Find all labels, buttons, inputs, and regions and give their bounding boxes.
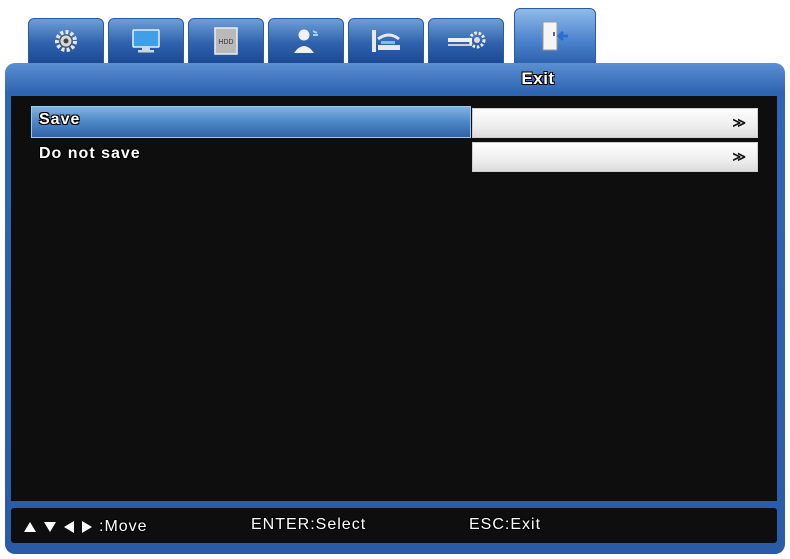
hdd-icon: HDD bbox=[214, 27, 238, 55]
navigation-keys: :Move bbox=[23, 518, 148, 536]
svg-text:HDD: HDD bbox=[218, 39, 233, 46]
selection-highlight bbox=[31, 106, 471, 138]
menu-item-save[interactable]: Save ≫ bbox=[31, 106, 767, 138]
tab-network[interactable] bbox=[348, 18, 424, 64]
double-chevron-right-icon: ≫ bbox=[732, 115, 746, 130]
select-hint: ENTER:Select bbox=[251, 516, 367, 533]
save-value-field[interactable]: ≫ bbox=[472, 108, 758, 138]
monitor-icon bbox=[132, 29, 160, 53]
tab-bar: HDD bbox=[28, 8, 618, 64]
tab-hdd[interactable]: HDD bbox=[188, 18, 264, 64]
tab-user[interactable] bbox=[268, 18, 344, 64]
footer-hints: :Move ENTER:Select ESC:Exit bbox=[11, 508, 777, 543]
settings-slider-icon bbox=[448, 31, 486, 49]
down-arrow-icon bbox=[44, 522, 56, 532]
move-hint: :Move bbox=[99, 518, 148, 535]
exit-hint: ESC:Exit bbox=[469, 516, 542, 533]
left-arrow-icon bbox=[64, 521, 74, 533]
tab-display[interactable] bbox=[108, 18, 184, 64]
tab-exit[interactable] bbox=[514, 8, 596, 64]
gear-icon bbox=[55, 30, 77, 52]
menu-item-label: Save bbox=[39, 111, 81, 128]
double-chevron-right-icon: ≫ bbox=[732, 149, 746, 164]
right-arrow-icon bbox=[82, 521, 92, 533]
user-icon bbox=[294, 29, 318, 53]
up-arrow-icon bbox=[24, 522, 36, 532]
menu-item-do-not-save[interactable]: Do not save ≫ bbox=[31, 140, 767, 172]
network-icon bbox=[372, 30, 400, 52]
menu-item-label: Do not save bbox=[39, 145, 141, 162]
do-not-save-value-field[interactable]: ≫ bbox=[472, 142, 758, 172]
panel-title: Exit bbox=[521, 69, 555, 88]
exit-panel: Exit Save ≫ Do not save ≫ :Move ENTER:Se… bbox=[5, 63, 785, 554]
tab-config[interactable] bbox=[428, 18, 504, 64]
tab-system[interactable] bbox=[28, 18, 104, 64]
exit-door-icon bbox=[542, 21, 568, 51]
menu-content: Save ≫ Do not save ≫ bbox=[11, 96, 777, 501]
